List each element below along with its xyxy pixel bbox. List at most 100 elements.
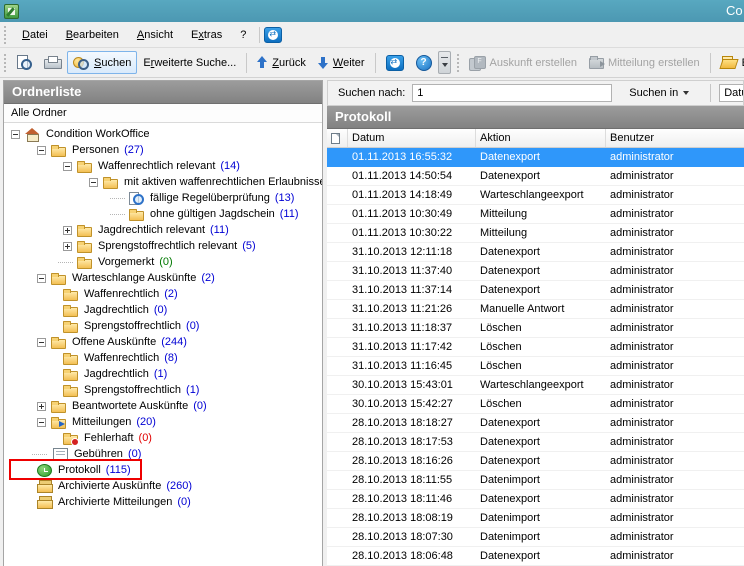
einlesen-button[interactable]: Einlesen [715, 52, 744, 73]
tree-item[interactable]: Waffenrechtlich (8) [4, 350, 322, 366]
toolbar-grip[interactable] [4, 26, 9, 44]
tree-item[interactable]: Offene Auskünfte (244) [4, 334, 322, 350]
tree-expander[interactable] [37, 274, 46, 283]
tree-item[interactable]: Mitteilungen (20) [4, 414, 322, 430]
table-row[interactable]: 31.10.2013 11:17:42 Löschen administrato… [327, 338, 744, 357]
menu-item[interactable]: Extras [182, 25, 231, 45]
tree-item-label: fällige Regelüberprüfung [148, 192, 272, 204]
tree-expander[interactable] [89, 178, 98, 187]
table-row[interactable]: 28.10.2013 18:17:53 Datenexport administ… [327, 433, 744, 452]
tree-item[interactable]: Waffenrechtlich relevant (14) [4, 158, 322, 174]
tree-item-label: Vorgemerkt [96, 256, 156, 268]
tree-item[interactable]: Beantwortete Auskünfte (0) [4, 398, 322, 414]
tree-item[interactable]: Protokoll (115) [4, 462, 322, 478]
tree-expander[interactable] [11, 130, 20, 139]
separator [259, 27, 260, 43]
table-row[interactable]: 28.10.2013 18:08:19 Datenimport administ… [327, 509, 744, 528]
table-row[interactable]: 31.10.2013 11:21:26 Manuelle Antwort adm… [327, 300, 744, 319]
tree-expander[interactable] [115, 194, 124, 203]
menu-item[interactable]: ? [231, 25, 255, 45]
tree-expander[interactable] [63, 226, 72, 235]
menu-item[interactable]: Ansicht [128, 25, 182, 45]
tree-item[interactable]: Jagdrechtlich (0) [4, 302, 322, 318]
tree-item[interactable]: Fehlerhaft (0) [4, 430, 322, 446]
teamviewer-icon[interactable] [264, 27, 282, 43]
menu-item[interactable]: Bearbeiten [57, 25, 128, 45]
tree-item-count: (20) [136, 416, 156, 428]
table-row[interactable]: 01.11.2013 14:50:54 Datenexport administ… [327, 167, 744, 186]
tree-item[interactable]: Jagdrechtlich relevant (11) [4, 222, 322, 238]
cell-benutzer: administrator [606, 208, 744, 220]
tree-item[interactable]: Personen (27) [4, 142, 322, 158]
print-preview-button[interactable] [10, 51, 38, 74]
table-row[interactable]: 31.10.2013 12:11:18 Datenexport administ… [327, 243, 744, 262]
table-row[interactable]: 28.10.2013 18:18:27 Datenexport administ… [327, 414, 744, 433]
weiter-button[interactable]: Weiter [312, 52, 371, 73]
tree-item[interactable]: mit aktiven waffenrechtlichen Erlaubniss… [4, 174, 322, 190]
erweiterte-suche-button[interactable]: Erweiterte Suche... [137, 53, 242, 73]
zurueck-button[interactable]: Zurück [251, 52, 312, 73]
cell-benutzer: administrator [606, 170, 744, 182]
tree-item[interactable]: ohne gültigen Jagdschein (11) [4, 206, 322, 222]
toolbar-grip[interactable] [4, 54, 6, 72]
table-row[interactable]: 28.10.2013 18:06:48 Datenexport administ… [327, 547, 744, 566]
tree-expander[interactable] [115, 210, 124, 219]
tree-item-icon [63, 387, 78, 397]
table-row[interactable]: 01.11.2013 14:18:49 Warteschlangeexport … [327, 186, 744, 205]
tree-item[interactable]: Condition WorkOffice [4, 126, 322, 142]
tree-item[interactable]: Sprengstoffrechtlich (1) [4, 382, 322, 398]
column-header-icon[interactable] [327, 129, 348, 147]
tree-expander[interactable] [37, 402, 46, 411]
tree-item[interactable]: Archivierte Auskünfte (260) [4, 478, 322, 494]
table-row[interactable]: 01.11.2013 10:30:49 Mitteilung administr… [327, 205, 744, 224]
folder-list-column-header[interactable]: Alle Ordner [4, 104, 322, 123]
tree-item[interactable]: Sprengstoffrechtlich (0) [4, 318, 322, 334]
tree-expander[interactable] [37, 450, 46, 459]
table-row[interactable]: 28.10.2013 18:07:30 Datenimport administ… [327, 528, 744, 547]
table-row[interactable]: 28.10.2013 18:16:26 Datenexport administ… [327, 452, 744, 471]
tree-item[interactable]: Archivierte Mitteilungen (0) [4, 494, 322, 510]
suchen-button[interactable]: Suchen [67, 51, 137, 74]
column-header-benutzer[interactable]: Benutzer [606, 129, 744, 147]
mitteilung-erstellen-button[interactable]: Mitteilung erstellen [583, 52, 706, 73]
table-row[interactable]: 31.10.2013 11:37:40 Datenexport administ… [327, 262, 744, 281]
tree-expander[interactable] [63, 162, 72, 171]
toolbar-grip[interactable] [457, 54, 459, 72]
search-input[interactable] [412, 84, 612, 102]
tree-item[interactable]: fällige Regelüberprüfung (13) [4, 190, 322, 206]
table-row[interactable]: 30.10.2013 15:42:27 Löschen administrato… [327, 395, 744, 414]
column-header-datum[interactable]: Datum [348, 129, 476, 147]
tree-expander[interactable] [37, 418, 46, 427]
tree-item[interactable]: Vorgemerkt (0) [4, 254, 322, 270]
search-field-selector[interactable]: Datum [719, 84, 743, 102]
teamviewer-button[interactable] [380, 51, 410, 75]
table-row[interactable]: 31.10.2013 11:37:14 Datenexport administ… [327, 281, 744, 300]
tree-expander[interactable] [37, 146, 46, 155]
tree-expander[interactable] [63, 258, 72, 267]
table-row[interactable]: 31.10.2013 11:18:37 Löschen administrato… [327, 319, 744, 338]
menu-item[interactable]: Datei [13, 25, 57, 45]
help-button[interactable] [410, 51, 438, 75]
table-row[interactable]: 01.11.2013 16:55:32 Datenexport administ… [327, 148, 744, 167]
table-row[interactable]: 01.11.2013 10:30:22 Mitteilung administr… [327, 224, 744, 243]
table-row[interactable]: 28.10.2013 18:11:55 Datenimport administ… [327, 471, 744, 490]
tree-item[interactable]: Gebühren (0) [4, 446, 322, 462]
tree-item[interactable]: Jagdrechtlich (1) [4, 366, 322, 382]
app-icon[interactable] [4, 4, 19, 19]
tree-item[interactable]: Waffenrechtlich (2) [4, 286, 322, 302]
tree-item[interactable]: Sprengstoffrechtlich relevant (5) [4, 238, 322, 254]
tree-expander[interactable] [37, 338, 46, 347]
tree-item-icon [129, 211, 144, 221]
table-row[interactable]: 30.10.2013 15:43:01 Warteschlangeexport … [327, 376, 744, 395]
toolbar-overflow-button[interactable] [438, 51, 451, 74]
print-button[interactable] [38, 52, 67, 74]
column-header-aktion[interactable]: Aktion [476, 129, 606, 147]
tree-expander[interactable] [63, 242, 72, 251]
tree-item[interactable]: Warteschlange Auskünfte (2) [4, 270, 322, 286]
auskunft-erstellen-button[interactable]: Auskunft erstellen [463, 52, 583, 74]
arrow-down-icon [318, 56, 329, 69]
tree-item-count: (2) [164, 288, 177, 300]
table-row[interactable]: 31.10.2013 11:16:45 Löschen administrato… [327, 357, 744, 376]
suchen-in-dropdown[interactable]: Suchen in [622, 84, 696, 102]
table-row[interactable]: 28.10.2013 18:11:46 Datenexport administ… [327, 490, 744, 509]
